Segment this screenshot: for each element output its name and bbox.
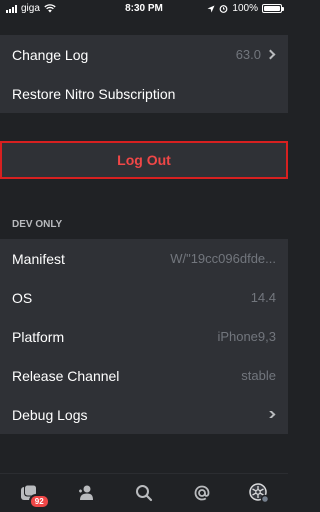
os-label: OS	[12, 289, 33, 306]
cellular-signal-icon	[6, 4, 17, 13]
platform-row: Platform iPhone9,3	[0, 317, 288, 356]
change-log-version: 63.0	[235, 47, 261, 62]
battery-icon	[262, 4, 284, 13]
restore-nitro-row[interactable]: Restore Nitro Subscription	[0, 74, 288, 113]
release-channel-value: stable	[241, 368, 276, 383]
alarm-icon	[220, 5, 228, 13]
os-row: OS 14.4	[0, 278, 288, 317]
os-value: 14.4	[250, 290, 276, 305]
friends-icon	[79, 485, 94, 500]
status-bar: giga 8:30 PM 100%	[0, 0, 288, 17]
profile-icon	[249, 483, 270, 504]
tab-friends[interactable]	[66, 477, 106, 509]
platform-value: iPhone9,3	[217, 329, 276, 344]
tab-search[interactable]	[124, 477, 164, 509]
search-icon	[135, 485, 153, 502]
manifest-label: Manifest	[12, 250, 65, 267]
wifi-icon	[44, 4, 56, 13]
tab-home[interactable]: 92	[9, 477, 50, 509]
tab-bar: 92	[0, 473, 288, 512]
platform-label: Platform	[12, 328, 65, 345]
status-right: 100%	[207, 3, 284, 14]
manifest-value: W/"19cc096dfde...	[170, 251, 276, 266]
location-icon	[207, 5, 215, 12]
change-log-label: Change Log	[12, 46, 89, 63]
carrier-name: giga	[21, 3, 40, 14]
mentions-icon	[194, 485, 209, 501]
app-info-group: Change Log 63.0 Restore Nitro Subscripti…	[0, 35, 288, 113]
manifest-value-wrap: W/"19cc096dfde...	[170, 251, 276, 266]
release-channel-label: Release Channel	[12, 367, 120, 384]
change-log-row[interactable]: Change Log 63.0	[0, 35, 288, 74]
tab-mentions[interactable]	[182, 477, 222, 509]
chevron-right-icon	[265, 49, 276, 60]
debug-logs-row[interactable]: Debug Logs	[0, 395, 288, 434]
logout-label: Log Out	[117, 152, 171, 168]
debug-logs-label: Debug Logs	[12, 406, 88, 423]
battery-percent: 100%	[232, 3, 258, 14]
logout-button[interactable]: Log Out	[0, 141, 288, 179]
manifest-row[interactable]: Manifest W/"19cc096dfde...	[0, 239, 288, 278]
restore-nitro-label: Restore Nitro Subscription	[12, 85, 176, 102]
debug-logs-value-wrap	[267, 411, 276, 418]
top-spacer	[0, 17, 288, 35]
settings-page: Change Log 63.0 Restore Nitro Subscripti…	[0, 17, 288, 473]
dev-only-group: Manifest W/"19cc096dfde... OS 14.4 Platf…	[0, 239, 288, 434]
unread-badge: 92	[28, 494, 50, 509]
change-log-value-wrap: 63.0	[236, 47, 276, 62]
tab-profile[interactable]	[239, 477, 279, 509]
release-channel-row[interactable]: Release Channel stable	[0, 356, 288, 395]
status-left: giga	[6, 3, 56, 14]
dev-only-header: DEV ONLY	[12, 219, 63, 230]
chevron-right-icon	[267, 411, 276, 418]
